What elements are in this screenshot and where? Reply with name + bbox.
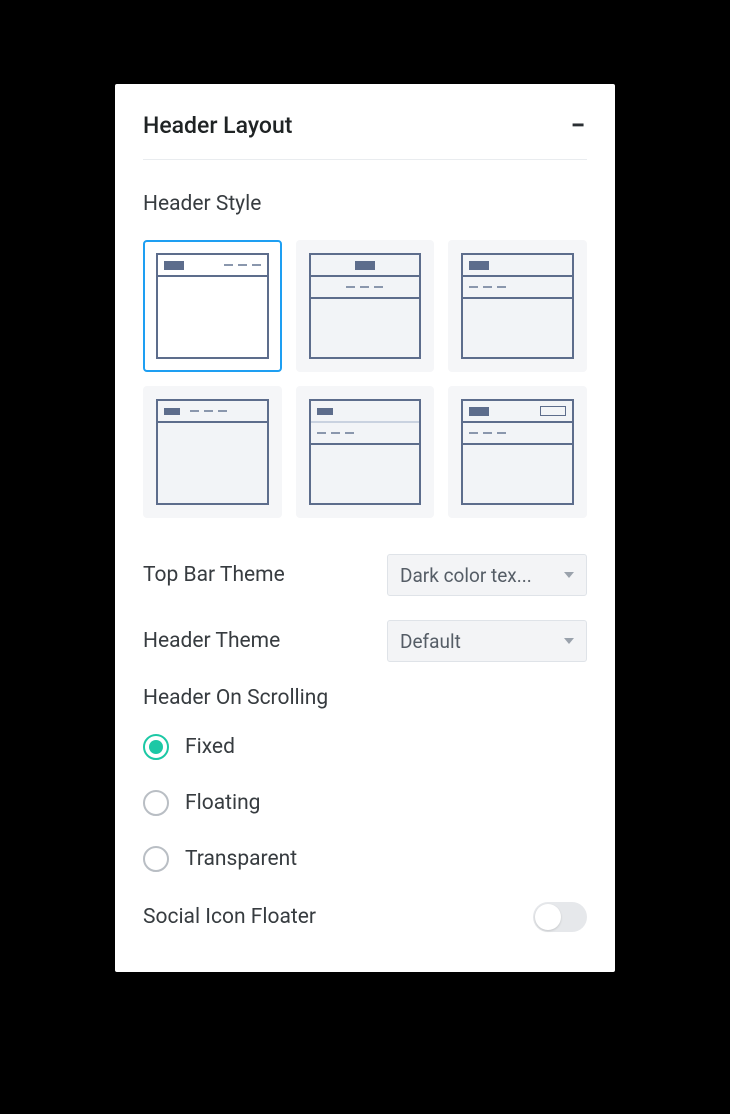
header-on-scrolling-group: Fixed Floating Transparent (143, 734, 587, 872)
radio-fixed[interactable]: Fixed (143, 734, 587, 760)
chevron-down-icon (564, 638, 574, 644)
chevron-down-icon (564, 572, 574, 578)
top-bar-theme-row: Top Bar Theme Dark color tex... (143, 554, 587, 596)
panel-title: Header Layout (143, 112, 292, 139)
radio-label: Fixed (185, 735, 235, 759)
header-style-thumb (461, 399, 574, 505)
header-style-thumb (309, 253, 422, 359)
header-style-option-6[interactable] (448, 386, 587, 518)
header-style-option-3[interactable] (448, 240, 587, 372)
top-bar-theme-select[interactable]: Dark color tex... (387, 554, 587, 596)
panel-header: Header Layout − (143, 112, 587, 160)
header-style-thumb (156, 253, 269, 359)
radio-label: Transparent (185, 847, 297, 871)
toggle-knob (535, 904, 561, 930)
header-style-label: Header Style (143, 192, 587, 216)
header-layout-panel: Header Layout − Header Style (115, 84, 615, 972)
social-icon-floater-row: Social Icon Floater (143, 902, 587, 932)
radio-icon (143, 790, 169, 816)
radio-icon (143, 734, 169, 760)
header-style-grid (143, 240, 587, 518)
radio-icon (143, 846, 169, 872)
top-bar-theme-value: Dark color tex... (400, 564, 556, 587)
radio-label: Floating (185, 791, 260, 815)
header-style-thumb (156, 399, 269, 505)
header-theme-select[interactable]: Default (387, 620, 587, 662)
collapse-icon[interactable]: − (569, 113, 587, 139)
header-style-thumb (309, 399, 422, 505)
header-theme-label: Header Theme (143, 629, 280, 653)
top-bar-theme-label: Top Bar Theme (143, 563, 285, 587)
header-theme-row: Header Theme Default (143, 620, 587, 662)
radio-transparent[interactable]: Transparent (143, 846, 587, 872)
header-style-option-4[interactable] (143, 386, 282, 518)
header-on-scrolling-label: Header On Scrolling (143, 686, 587, 710)
social-icon-floater-label: Social Icon Floater (143, 905, 316, 929)
radio-floating[interactable]: Floating (143, 790, 587, 816)
header-style-option-5[interactable] (296, 386, 435, 518)
header-style-option-1[interactable] (143, 240, 282, 372)
social-icon-floater-toggle[interactable] (533, 902, 587, 932)
header-style-thumb (461, 253, 574, 359)
header-style-option-2[interactable] (296, 240, 435, 372)
header-theme-value: Default (400, 630, 556, 653)
